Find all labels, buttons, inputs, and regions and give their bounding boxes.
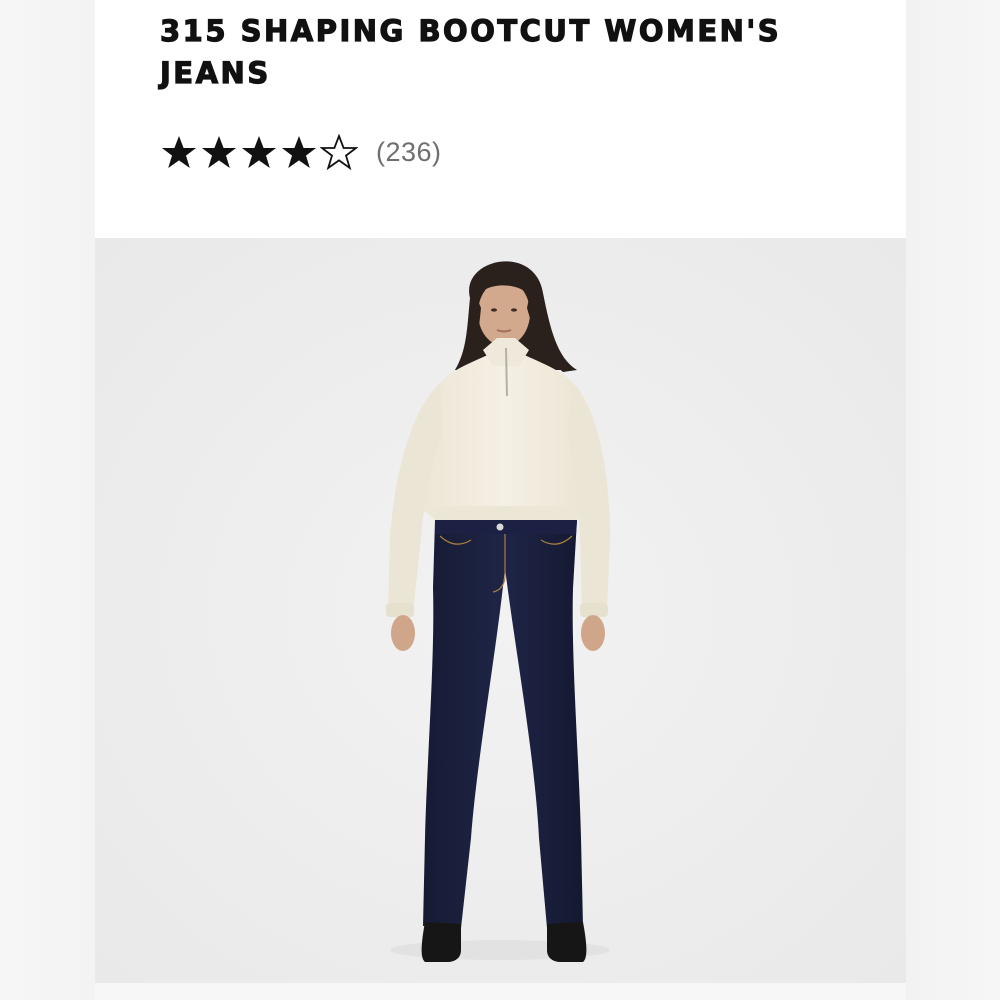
star-filled-icon [200, 134, 238, 170]
right-margin [906, 0, 1000, 1000]
left-margin [0, 0, 95, 1000]
bottom-margin [95, 983, 906, 1000]
star-outline-icon [320, 134, 358, 170]
star-filled-icon [240, 134, 278, 170]
product-image[interactable] [95, 238, 906, 983]
star-filled-icon [160, 134, 198, 170]
product-screenshot: 315 SHAPING BOOTCUT WOMEN'S JEANS (236) [0, 0, 1000, 1000]
model-photo [95, 238, 906, 983]
star-filled-icon [280, 134, 318, 170]
rating-row[interactable]: (236) [160, 128, 442, 176]
review-count[interactable]: (236) [376, 137, 442, 168]
product-title: 315 SHAPING BOOTCUT WOMEN'S JEANS [159, 13, 782, 90]
product-info-panel: 315 SHAPING BOOTCUT WOMEN'S JEANS (236) [95, 0, 906, 238]
star-rating[interactable] [160, 134, 358, 170]
